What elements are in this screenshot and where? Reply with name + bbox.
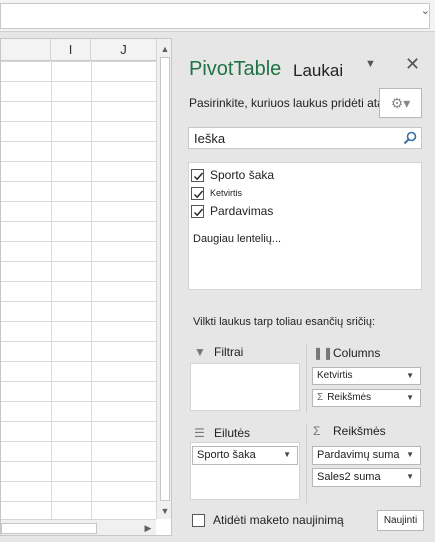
expand-formula-bar-icon[interactable]: ⌄ (421, 4, 430, 17)
tools-button[interactable]: ⚙▾ (379, 88, 422, 118)
more-tables-link[interactable]: Daugiau lentelių... (193, 233, 281, 245)
field-item-sporto-saka[interactable]: Sporto šaka (191, 166, 274, 184)
check-icon (194, 208, 204, 216)
field-list: Sporto šaka Ketvirtis Pardavimas Daugiau… (188, 162, 422, 290)
vertical-scroll-thumb[interactable] (160, 57, 170, 501)
filters-area-label: ▼ Filtrai (194, 345, 243, 359)
pill-label: Sales2 suma (317, 471, 381, 483)
filters-label: Filtrai (214, 345, 244, 359)
columns-area-label: ❚❚ Columns (313, 346, 380, 360)
pill-label: Pardavimų suma (317, 449, 400, 461)
scroll-right-icon[interactable]: ▶ (140, 520, 156, 535)
column-header[interactable] (1, 39, 51, 61)
rows-icon: ☰ (194, 426, 205, 440)
checkbox-checked[interactable] (191, 186, 204, 200)
rows-area-label: ☰ Eilutės (194, 426, 250, 440)
field-label: Sporto šaka (210, 168, 275, 182)
sigma-icon: Σ (313, 424, 321, 438)
close-icon[interactable]: ✕ (405, 54, 420, 75)
update-button[interactable]: Naujinti (377, 510, 424, 531)
columns-item-ketvirtis[interactable]: Ketvirtis ▼ (312, 367, 421, 385)
field-item-pardavimas[interactable]: Pardavimas (191, 202, 273, 220)
excel-window: ⌄ I J ▲ ▼ ▶ PivotTable Laukai ▼ ✕ Pasiri… (0, 0, 435, 542)
chevron-down-icon[interactable]: ▼ (406, 390, 414, 406)
formula-input[interactable] (0, 3, 430, 29)
filters-drop-zone[interactable] (190, 363, 300, 411)
divider (306, 423, 307, 503)
pivottable-fields-pane: PivotTable Laukai ▼ ✕ Pasirinkite, kuriu… (176, 38, 435, 542)
pill-label: Reikšmės (327, 392, 372, 403)
divider (306, 343, 307, 413)
columns-icon: ❚❚ (313, 346, 334, 360)
checkbox-checked[interactable] (191, 204, 204, 218)
pill-label: Sporto šaka (197, 449, 256, 461)
formula-bar: ⌄ (0, 0, 435, 32)
rows-drop-zone[interactable]: Sporto šaka ▼ (190, 442, 300, 500)
pane-title-bold: Laukai (293, 61, 344, 80)
cell-grid[interactable] (1, 61, 156, 519)
values-item-sales2-suma[interactable]: Sales2 suma ▼ (312, 468, 421, 487)
values-item-pardavimu-suma[interactable]: Pardavimų suma ▼ (312, 446, 421, 465)
defer-layout-update[interactable]: Atidėti maketo naujinimą (192, 513, 344, 527)
scroll-up-icon[interactable]: ▲ (157, 41, 171, 57)
defer-label: Atidėti maketo naujinimą (213, 513, 344, 527)
chevron-down-icon[interactable]: ▼ (283, 447, 291, 463)
gridline (91, 61, 92, 519)
columns-item-reiksmes[interactable]: Σ Reikšmės ▼ (312, 389, 421, 407)
drag-instruction: Vilkti laukus tarp toliau esančių sričių… (193, 316, 375, 328)
checkbox-checked[interactable] (191, 168, 204, 182)
sigma-icon: Σ (317, 392, 324, 403)
chevron-down-icon[interactable]: ▼ (406, 469, 414, 485)
values-area-label: Σ Reikšmės (313, 424, 386, 438)
gridline (51, 61, 52, 519)
filter-icon: ▼ (194, 345, 206, 359)
field-item-ketvirtis[interactable]: Ketvirtis (191, 184, 242, 202)
worksheet: I J ▲ ▼ ▶ (0, 38, 172, 536)
search-input[interactable]: Ieška (188, 127, 422, 149)
gear-icon: ⚙▾ (390, 95, 411, 111)
field-label: Ketvirtis (210, 188, 243, 198)
column-header-j[interactable]: J (91, 39, 156, 61)
columns-label: Columns (333, 346, 381, 360)
field-label: Pardavimas (210, 204, 274, 218)
scroll-down-icon[interactable]: ▼ (157, 503, 171, 519)
rows-label: Eilutės (214, 426, 251, 440)
horizontal-scrollbar[interactable]: ▶ (1, 519, 156, 535)
check-icon (194, 190, 204, 198)
pane-title: PivotTable (189, 58, 282, 80)
column-header-i[interactable]: I (51, 39, 91, 61)
values-label: Reikšmės (333, 424, 386, 438)
column-header-row: I J (1, 39, 156, 61)
horizontal-scroll-thumb[interactable] (1, 523, 97, 534)
chevron-down-icon[interactable]: ▼ (406, 447, 414, 463)
pill-label: Ketvirtis (317, 370, 353, 381)
vertical-scrollbar[interactable]: ▲ ▼ (156, 39, 171, 519)
defer-checkbox[interactable] (192, 513, 205, 527)
chevron-down-icon[interactable]: ▼ (406, 368, 414, 384)
chevron-down-icon[interactable]: ▼ (365, 58, 376, 70)
search-value: Ieška (194, 131, 226, 146)
rows-item-sporto-saka[interactable]: Sporto šaka ▼ (192, 446, 298, 465)
search-icon (403, 131, 417, 145)
check-icon (194, 172, 204, 180)
